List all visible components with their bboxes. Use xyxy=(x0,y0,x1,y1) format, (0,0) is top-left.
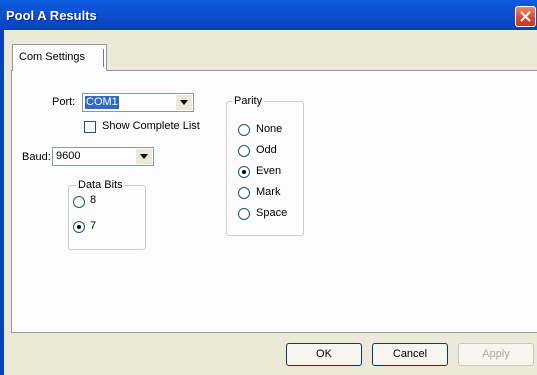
tab-label: Com Settings xyxy=(19,51,86,63)
port-select[interactable]: COM1 xyxy=(82,93,194,112)
parity-mark-label: Mark xyxy=(256,186,281,198)
data-bits-group xyxy=(68,185,146,250)
ok-button[interactable]: OK xyxy=(286,343,362,366)
show-complete-list-checkbox[interactable] xyxy=(84,121,96,133)
parity-none-label: None xyxy=(256,123,283,135)
data-bits-8-radio[interactable] xyxy=(73,196,85,208)
close-button[interactable] xyxy=(515,6,536,27)
data-bits-legend: Data Bits xyxy=(76,179,125,191)
chevron-down-icon[interactable] xyxy=(136,149,152,164)
parity-space-radio[interactable] xyxy=(238,208,250,220)
parity-none-radio[interactable] xyxy=(238,124,250,136)
data-bits-8-label: 8 xyxy=(90,194,97,206)
port-value: COM1 xyxy=(85,96,119,109)
parity-mark-radio[interactable] xyxy=(238,187,250,199)
data-bits-7-radio[interactable] xyxy=(73,221,85,233)
parity-legend: Parity xyxy=(232,95,265,107)
baud-select[interactable]: 9600 xyxy=(52,147,154,166)
parity-odd-radio[interactable] xyxy=(238,145,250,157)
port-label: Port: xyxy=(52,96,76,108)
parity-even-label: Even xyxy=(256,165,282,177)
parity-odd-label: Odd xyxy=(256,144,277,156)
close-icon xyxy=(520,11,531,22)
baud-value: 9600 xyxy=(56,150,81,162)
window-frame xyxy=(0,30,4,375)
window-title: Pool A Results xyxy=(6,8,97,23)
data-bits-7-label: 7 xyxy=(90,220,97,232)
cancel-button[interactable]: Cancel xyxy=(372,343,448,366)
chevron-down-icon[interactable] xyxy=(176,95,192,110)
parity-even-radio[interactable] xyxy=(238,166,250,178)
baud-label: Baud: xyxy=(22,151,51,163)
apply-button[interactable]: Apply xyxy=(458,343,534,366)
show-complete-list-label: Show Complete List xyxy=(102,120,200,132)
title-bar[interactable]: Pool A Results xyxy=(0,0,537,30)
parity-space-label: Space xyxy=(256,207,288,219)
tab-com-settings[interactable]: Com Settings xyxy=(12,44,107,71)
